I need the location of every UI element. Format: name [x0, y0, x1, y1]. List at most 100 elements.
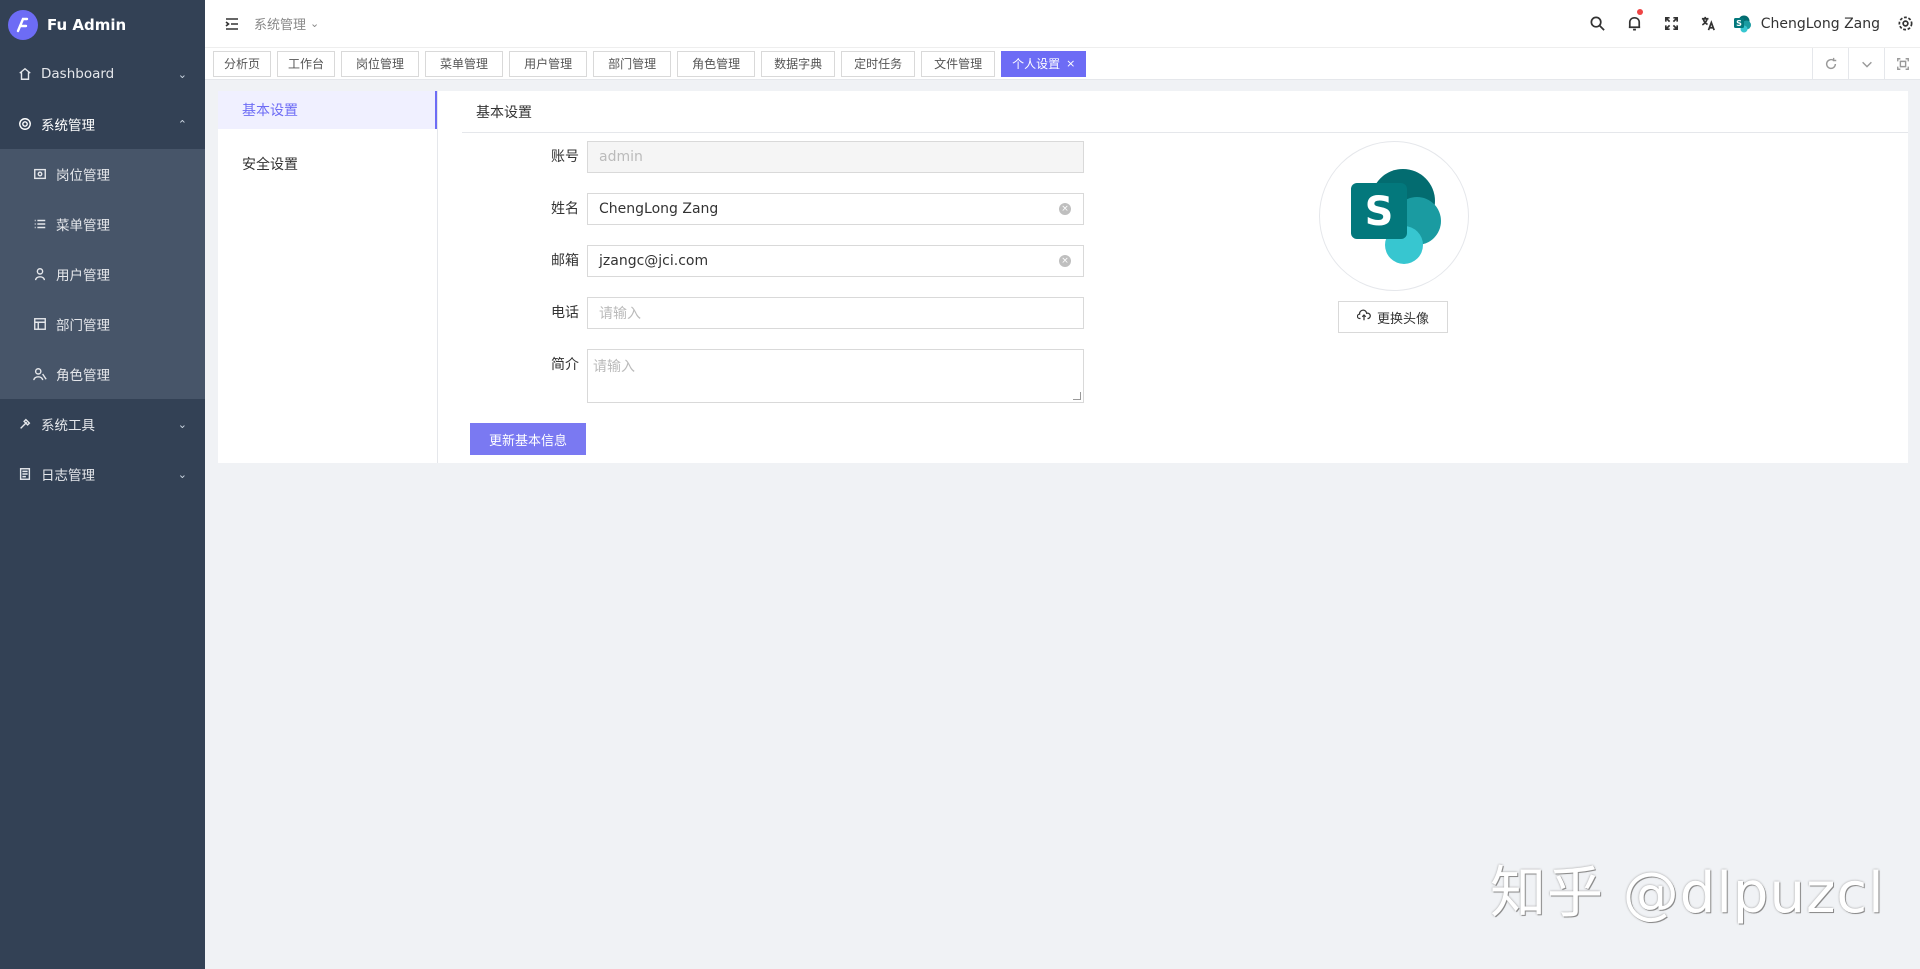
chevron-down-icon[interactable]	[1848, 47, 1884, 80]
tab-menu[interactable]: 菜单管理	[425, 50, 504, 77]
clear-icon[interactable]: ×	[1059, 255, 1071, 267]
settings-panel: 基本设置 账号 admin 姓名 ChengLong Zang × 邮箱 jza…	[462, 91, 1908, 403]
sharepoint-logo-icon: S	[1351, 169, 1441, 264]
settings-nav-basic[interactable]: 基本设置	[218, 91, 437, 129]
tab-label: 角色管理	[692, 57, 741, 71]
intro-placeholder: 请输入	[593, 359, 635, 375]
intro-label: 简介	[551, 357, 579, 373]
tab-department[interactable]: 部门管理	[593, 50, 672, 77]
tab-scheduled[interactable]: 定时任务	[841, 50, 916, 77]
sidebar-item-post[interactable]: 岗位管理	[0, 149, 205, 199]
form-row-account: 账号 admin	[462, 141, 1112, 173]
top-header: 系统管理 ⌄ S ChengLong Zang	[205, 0, 1920, 47]
settings-nav-security[interactable]: 安全设置	[218, 145, 437, 183]
tab-label: 菜单管理	[440, 57, 489, 71]
sidebar-item-label: 系统管理	[41, 118, 95, 134]
settings-gear-icon[interactable]	[1890, 0, 1920, 47]
chevron-up-icon: ⌃	[177, 117, 187, 131]
sidebar-item-system[interactable]: 系统管理 ⌃	[0, 99, 205, 149]
log-icon	[18, 467, 32, 481]
phone-field[interactable]: 请输入	[587, 297, 1084, 329]
form-row-intro: 简介 请输入	[462, 349, 1112, 403]
resize-handle-icon[interactable]	[1073, 392, 1081, 400]
search-icon[interactable]	[1579, 0, 1616, 47]
intro-textarea[interactable]: 请输入	[587, 349, 1084, 403]
sidebar-item-label: 用户管理	[56, 268, 110, 284]
clear-icon[interactable]: ×	[1059, 203, 1071, 215]
tab-dictionary[interactable]: 数据字典	[761, 50, 836, 77]
sidebar-item-label: Dashboard	[41, 66, 115, 82]
phone-label: 电话	[551, 305, 579, 321]
form-row-name: 姓名 ChengLong Zang ×	[462, 193, 1112, 225]
tab-role[interactable]: 角色管理	[677, 50, 756, 77]
chevron-down-icon: ⌄	[177, 67, 187, 81]
sidebar: Fu Admin Dashboard ⌄ 系统管理 ⌃ 岗位管理 菜单管理 用户…	[0, 0, 205, 969]
sidebar-item-department[interactable]: 部门管理	[0, 299, 205, 349]
svg-text:S: S	[1736, 19, 1742, 28]
name-value: ChengLong Zang	[599, 201, 719, 217]
submenu-system: 岗位管理 菜单管理 用户管理 部门管理 角色管理	[0, 149, 205, 399]
tab-workbench[interactable]: 工作台	[277, 50, 336, 77]
tab-analysis[interactable]: 分析页	[213, 50, 272, 77]
basic-info-form: 账号 admin 姓名 ChengLong Zang × 邮箱 jzangc@j…	[462, 141, 1112, 423]
fold-menu-icon[interactable]	[215, 16, 249, 32]
tab-profile[interactable]: 个人设置 ×	[1001, 50, 1087, 77]
user-name: ChengLong Zang	[1760, 15, 1880, 32]
account-field: admin	[587, 141, 1084, 173]
tab-label: 工作台	[288, 57, 325, 71]
tab-files[interactable]: 文件管理	[921, 50, 996, 77]
chevron-down-icon: ⌄	[310, 17, 320, 30]
refresh-icon[interactable]	[1812, 47, 1848, 80]
breadcrumb-item: 系统管理	[254, 18, 307, 33]
brand[interactable]: Fu Admin	[0, 0, 205, 49]
tab-label: 部门管理	[608, 57, 657, 71]
tab-list: 分析页 工作台 岗位管理 菜单管理 用户管理 部门管理 角色管理 数据字典 定时…	[205, 50, 1812, 77]
change-avatar-button[interactable]: 更换头像	[1338, 301, 1448, 333]
name-field[interactable]: ChengLong Zang ×	[587, 193, 1084, 225]
sidebar-item-label: 菜单管理	[56, 218, 110, 234]
maximize-icon[interactable]	[1884, 47, 1920, 80]
sidebar-item-label: 角色管理	[56, 368, 110, 384]
phone-placeholder: 请输入	[599, 306, 641, 322]
upload-cloud-icon	[1356, 308, 1371, 326]
update-basic-info-button[interactable]: 更新基本信息	[470, 423, 586, 455]
panel-title: 基本设置	[462, 91, 1908, 133]
sidebar-item-user[interactable]: 用户管理	[0, 249, 205, 299]
notification-dot	[1636, 9, 1643, 15]
brand-name: Fu Admin	[47, 15, 127, 34]
translate-icon[interactable]	[1690, 0, 1727, 47]
logo-icon	[8, 9, 38, 40]
bell-icon[interactable]	[1616, 0, 1653, 47]
sidebar-item-menu[interactable]: 菜单管理	[0, 199, 205, 249]
fullscreen-icon[interactable]	[1653, 0, 1690, 47]
tab-label: 数据字典	[774, 57, 823, 71]
tab-label: 文件管理	[934, 57, 983, 71]
gear-icon	[18, 117, 32, 131]
user-icon	[33, 267, 47, 281]
close-icon[interactable]: ×	[1066, 57, 1075, 70]
tab-post[interactable]: 岗位管理	[341, 50, 420, 77]
breadcrumb[interactable]: 系统管理 ⌄	[254, 14, 319, 33]
sidebar-item-role[interactable]: 角色管理	[0, 349, 205, 399]
sidebar-item-label: 系统工具	[41, 418, 95, 434]
avatar-preview: S	[1319, 141, 1469, 291]
svg-text:S: S	[1365, 189, 1394, 235]
email-field[interactable]: jzangc@jci.com ×	[587, 245, 1084, 277]
sidebar-item-dashboard[interactable]: Dashboard ⌄	[0, 49, 205, 99]
form-row-email: 邮箱 jzangc@jci.com ×	[462, 245, 1112, 277]
user-menu[interactable]: S ChengLong Zang	[1727, 14, 1890, 34]
tab-label: 定时任务	[854, 57, 903, 71]
home-icon	[18, 67, 32, 81]
tab-label: 个人设置	[1012, 57, 1061, 71]
list-icon	[33, 217, 47, 231]
post-icon	[33, 167, 47, 181]
email-value: jzangc@jci.com	[599, 253, 709, 269]
account-label: 账号	[551, 149, 579, 165]
chevron-down-icon: ⌄	[177, 467, 187, 481]
tab-user[interactable]: 用户管理	[509, 50, 588, 77]
chevron-down-icon: ⌄	[177, 417, 187, 431]
sidebar-item-tools[interactable]: 系统工具 ⌄	[0, 399, 205, 449]
header-actions: S ChengLong Zang	[1579, 0, 1920, 47]
sidebar-item-logs[interactable]: 日志管理 ⌄	[0, 449, 205, 499]
name-label: 姓名	[551, 201, 579, 217]
